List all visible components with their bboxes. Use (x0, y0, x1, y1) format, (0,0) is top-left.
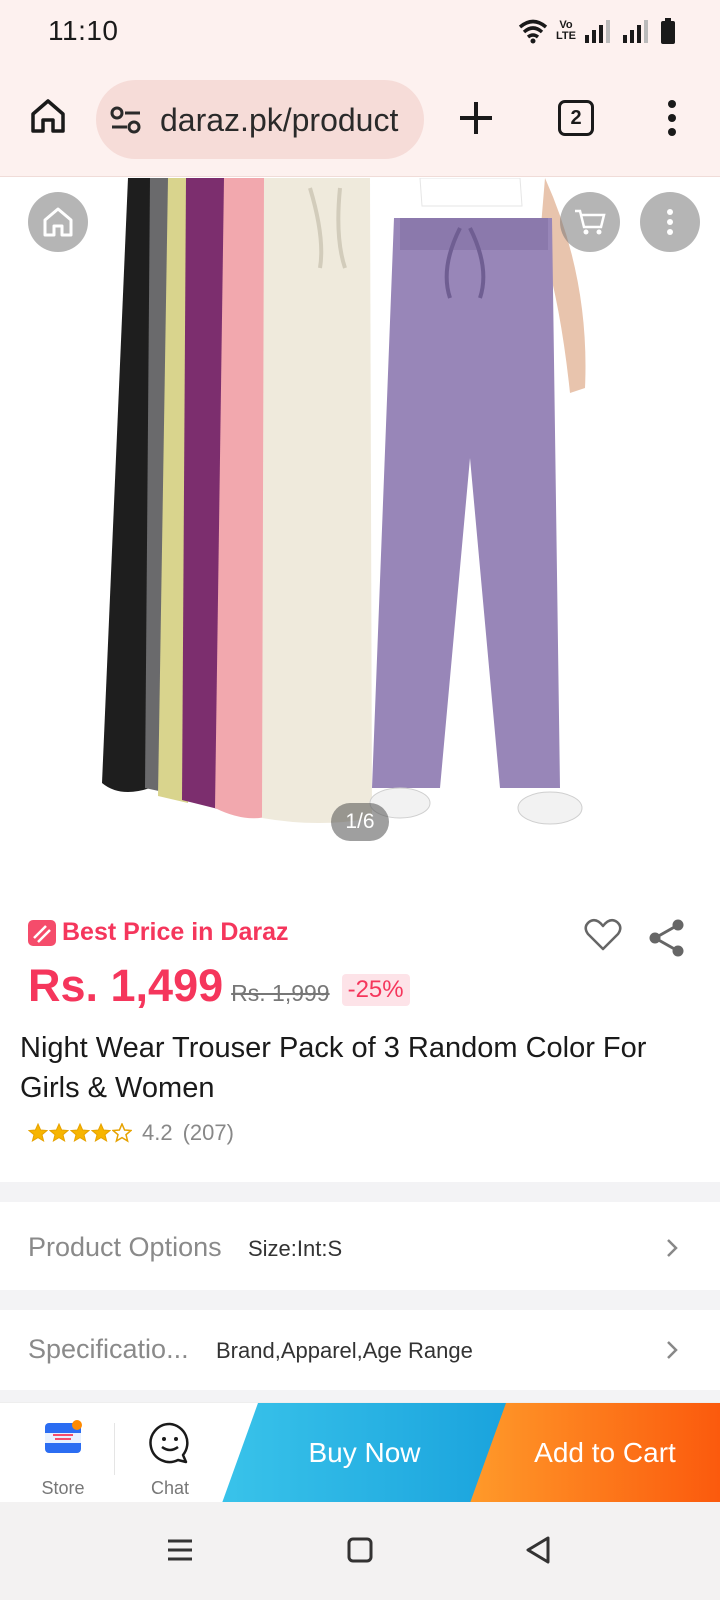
site-settings-icon[interactable] (110, 106, 142, 134)
product-image-gallery[interactable]: 1/6 (0, 178, 720, 878)
rating-row[interactable]: 4.2 (207) (28, 1120, 234, 1146)
star-empty-icon (112, 1123, 132, 1143)
browser-toolbar: daraz.pk/product 2 (0, 62, 720, 177)
buy-now-button[interactable]: Buy Now (222, 1403, 507, 1503)
chat-button[interactable]: Chat (135, 1421, 205, 1503)
add-to-cart-button[interactable]: Add to Cart (470, 1403, 720, 1503)
share-icon[interactable] (648, 918, 686, 958)
section-divider (0, 1182, 720, 1202)
battery-icon (661, 18, 675, 44)
more-menu-icon[interactable] (662, 98, 682, 138)
section-divider (0, 1290, 720, 1310)
wifi-icon (518, 19, 548, 44)
best-price-text: Best Price in Daraz (62, 918, 289, 946)
product-image (0, 178, 720, 878)
home-icon[interactable] (28, 96, 68, 136)
back-triangle-icon[interactable] (520, 1532, 556, 1568)
more-menu-icon (667, 209, 673, 235)
gallery-more-button[interactable] (640, 192, 700, 252)
system-navigation-bar (0, 1502, 720, 1600)
action-bar-separator (114, 1423, 115, 1475)
best-price-tag-icon (28, 919, 56, 946)
home-square-icon[interactable] (342, 1532, 378, 1568)
chevron-right-icon (667, 1341, 678, 1359)
product-options-row[interactable]: Product Options Size:Int:S (0, 1208, 720, 1288)
rating-value: 4.2 (142, 1120, 173, 1145)
discount-badge: -25% (341, 974, 410, 1006)
chat-icon (149, 1422, 189, 1464)
price-row: Rs. 1,499 Rs. 1,999 -25% (28, 960, 410, 1012)
store-button[interactable]: Store (28, 1413, 98, 1503)
url-text: daraz.pk/product (160, 102, 399, 138)
cart-icon (575, 209, 606, 235)
bottom-action-bar: Store Chat Buy Now Add to Cart (0, 1402, 720, 1503)
option-value: Brand,Apparel,Age Range (216, 1338, 473, 1363)
tab-switcher-button[interactable]: 2 (558, 100, 594, 136)
original-price: Rs. 1,999 (231, 980, 330, 1006)
star-rating (28, 1123, 132, 1143)
gallery-home-button[interactable] (28, 192, 88, 252)
star-full-icon (91, 1123, 111, 1143)
star-full-icon (49, 1123, 69, 1143)
gallery-cart-button[interactable] (560, 192, 620, 252)
recent-apps-icon[interactable] (162, 1532, 198, 1568)
image-page-indicator: 1/6 (331, 803, 389, 841)
store-flash-sale-icon (45, 1420, 82, 1453)
clock: 11:10 (48, 15, 119, 46)
option-label: Product Options (28, 1232, 222, 1262)
specifications-row[interactable]: Specificatio... Brand,Apparel,Age Range (0, 1310, 720, 1390)
signal-icon-1 (585, 20, 610, 43)
status-bar: 11:10 Vo LTE (0, 0, 720, 62)
address-bar[interactable]: daraz.pk/product (96, 80, 424, 159)
product-title: Night Wear Trouser Pack of 3 Random Colo… (20, 1032, 647, 1104)
store-label: Store (41, 1478, 85, 1498)
hanging-pants (102, 178, 372, 823)
best-price-badge: Best Price in Daraz (28, 918, 289, 947)
chat-label: Chat (150, 1478, 190, 1498)
home-icon (43, 207, 73, 237)
section-divider (0, 1390, 720, 1402)
wishlist-heart-icon[interactable] (584, 918, 622, 952)
option-value: Size:Int:S (248, 1236, 343, 1261)
option-label: Specificatio... (28, 1334, 189, 1364)
current-price: Rs. 1,499 (28, 960, 224, 1011)
volte-indicator: Vo LTE (556, 19, 576, 42)
status-icons: Vo LTE (518, 18, 676, 44)
star-full-icon (28, 1123, 48, 1143)
new-tab-icon[interactable] (456, 98, 496, 138)
star-full-icon (70, 1123, 90, 1143)
signal-icon-2 (623, 20, 648, 43)
chevron-right-icon (667, 1239, 678, 1257)
review-count: (207) (182, 1120, 234, 1145)
